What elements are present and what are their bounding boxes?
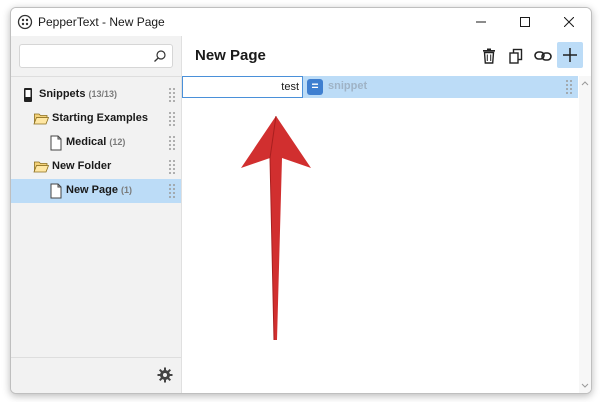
sidebar: Snippets (13/13) Starting Examples Medica… — [11, 36, 182, 393]
abbreviation-input[interactable] — [182, 76, 303, 98]
plus-icon — [563, 48, 577, 62]
tree-item-starting-examples[interactable]: Starting Examples — [11, 107, 181, 131]
title-bar: PepperText - New Page — [11, 8, 591, 36]
gear-icon[interactable] — [157, 367, 173, 383]
maximize-icon — [520, 17, 530, 27]
vertical-scrollbar[interactable] — [579, 76, 591, 393]
window-title: PepperText - New Page — [38, 15, 165, 29]
search-input[interactable] — [19, 44, 173, 68]
link-button[interactable] — [531, 44, 555, 68]
folder-open-icon — [33, 113, 49, 125]
copy-icon — [509, 48, 523, 64]
tree-item-label: Medical (12) — [66, 136, 126, 148]
tree-item-label: New Page (1) — [66, 184, 132, 196]
trash-icon — [483, 48, 495, 64]
sidebar-divider — [11, 76, 181, 77]
tree-item-label: Snippets (13/13) — [39, 88, 117, 100]
annotation-arrow-icon — [241, 116, 311, 341]
drag-handle[interactable] — [169, 88, 175, 102]
search-icon[interactable] — [153, 49, 167, 63]
page-title: New Page — [195, 47, 266, 64]
maximize-button[interactable] — [503, 8, 547, 36]
minimize-icon — [476, 21, 486, 23]
tree-item-snippets[interactable]: Snippets (13/13) — [11, 83, 181, 107]
drag-handle[interactable] — [169, 184, 175, 198]
link-icon — [534, 51, 552, 61]
equals-badge: = — [307, 79, 323, 95]
drag-handle[interactable] — [566, 80, 572, 94]
document-icon — [50, 135, 62, 151]
drag-handle[interactable] — [169, 160, 175, 174]
snippet-row[interactable]: = snippet — [182, 76, 578, 98]
drag-handle[interactable] — [169, 136, 175, 150]
scroll-up-icon[interactable] — [579, 78, 591, 88]
scroll-down-icon[interactable] — [579, 381, 591, 391]
document-icon — [50, 183, 62, 199]
minimize-button[interactable] — [459, 8, 503, 36]
tree-item-medical[interactable]: Medical (12) — [11, 131, 181, 155]
delete-button[interactable] — [477, 44, 501, 68]
app-logo-icon — [17, 14, 33, 30]
add-snippet-button[interactable] — [557, 42, 583, 68]
snippet-placeholder[interactable]: snippet — [328, 80, 367, 92]
app-window: PepperText - New Page Snippets (13/13) S… — [10, 7, 592, 394]
close-button[interactable] — [547, 8, 591, 36]
tree-item-label: Starting Examples — [52, 112, 148, 124]
tree-item-new-page[interactable]: New Page (1) — [11, 179, 181, 203]
drag-handle[interactable] — [169, 112, 175, 126]
folder-open-icon — [33, 161, 49, 173]
close-icon — [564, 17, 574, 27]
tree-item-new-folder[interactable]: New Folder — [11, 155, 181, 179]
copy-button[interactable] — [504, 44, 528, 68]
tree-item-label: New Folder — [52, 160, 112, 172]
sidebar-footer-divider — [11, 357, 181, 358]
phone-icon — [24, 88, 32, 102]
